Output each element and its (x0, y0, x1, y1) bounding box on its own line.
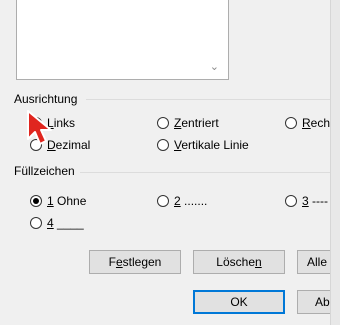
leader-group-divider (80, 172, 330, 173)
radio-leader-underline[interactable]: 4 ____ (30, 216, 84, 230)
alignment-group-divider (86, 99, 330, 100)
radio-leader-dashes[interactable]: 3 ---- (285, 194, 328, 208)
tab-stop-list-area[interactable] (17, 0, 207, 79)
radio-circle[interactable] (157, 195, 169, 207)
radio-circle[interactable] (157, 139, 169, 151)
window-edge (330, 0, 340, 325)
leader-group-title: Füllzeichen (14, 164, 75, 178)
radio-circle[interactable] (285, 195, 297, 207)
radio-circle[interactable] (285, 117, 297, 129)
radio-align-bar[interactable]: Vertikale Linie (157, 138, 249, 152)
radio-leader-dots[interactable]: 2 ....... (157, 194, 207, 208)
radio-circle[interactable] (30, 217, 42, 229)
radio-align-center[interactable]: Zentriert (157, 116, 219, 130)
chevron-down-icon[interactable]: ⌄ (210, 62, 219, 73)
tabs-dialog: ⌄ Ausrichtung Links Zentriert Rech Dezim… (0, 0, 340, 325)
alignment-group-title: Ausrichtung (14, 92, 78, 106)
tab-stop-list[interactable]: ⌄ (16, 0, 229, 80)
radio-align-right[interactable]: Rech (285, 116, 330, 130)
ok-button[interactable]: OK (193, 290, 285, 314)
radio-circle[interactable] (30, 195, 42, 207)
radio-circle[interactable] (157, 117, 169, 129)
set-button[interactable]: Fe stlegen (89, 250, 181, 274)
radio-leader-none[interactable]: 1 Ohne (30, 194, 86, 208)
clear-button[interactable]: Lösche n (193, 250, 285, 274)
mouse-pointer-icon (27, 110, 52, 145)
